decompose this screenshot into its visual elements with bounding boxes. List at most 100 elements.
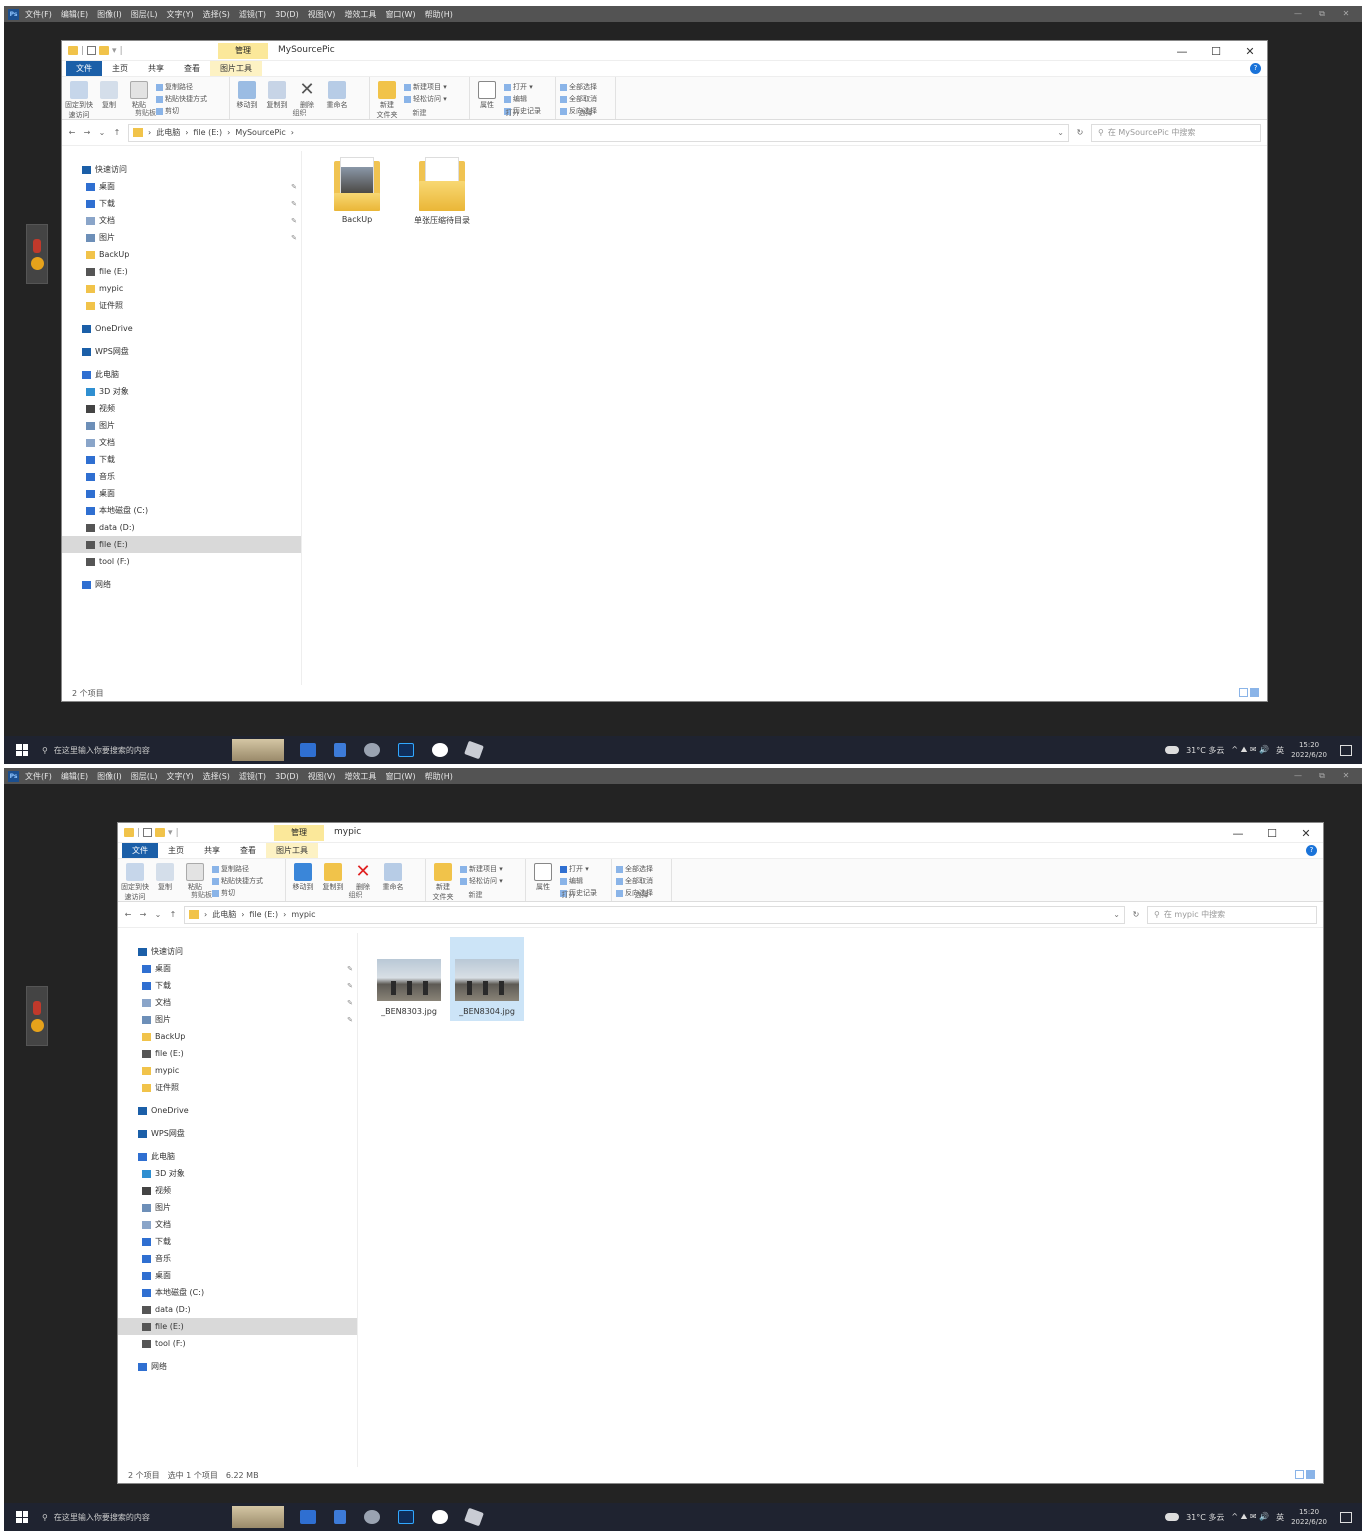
up-arrow-icon[interactable]: ↑ xyxy=(113,128,121,137)
pin-icon[interactable]: ✎ xyxy=(291,200,297,208)
menu-edit[interactable]: 编辑(E) xyxy=(61,771,88,782)
help-icon[interactable]: ? xyxy=(1306,845,1317,856)
delete-button[interactable]: ✕ 删除 xyxy=(350,863,376,892)
minimize-button[interactable]: — xyxy=(1221,823,1255,843)
close-button[interactable]: ✕ xyxy=(1233,41,1267,61)
copy-to-button[interactable]: 复制到 xyxy=(264,81,290,110)
image-file-item-selected[interactable]: _BEN8304.jpg xyxy=(450,937,524,1021)
nav-item[interactable]: tool (F:) xyxy=(118,1335,357,1352)
nav-item[interactable]: 图片 xyxy=(62,417,301,434)
weather-text[interactable]: 31°C 多云 xyxy=(1186,745,1224,756)
minimize-button[interactable]: — xyxy=(1165,41,1199,61)
menu-file[interactable]: 文件(F) xyxy=(25,9,52,20)
forward-arrow-icon[interactable]: → xyxy=(83,128,91,137)
nav-item[interactable]: BackUp xyxy=(62,246,301,263)
nav-item[interactable]: OneDrive xyxy=(118,1102,357,1119)
pin-icon[interactable]: ✎ xyxy=(291,234,297,242)
details-view-icon[interactable] xyxy=(1295,1470,1304,1479)
menu-3d[interactable]: 3D(D) xyxy=(275,10,299,19)
copy-button[interactable]: 复制 xyxy=(96,81,122,110)
menu-plugins[interactable]: 增效工具 xyxy=(344,771,376,782)
office-app-icon[interactable] xyxy=(334,743,346,757)
select-none-button[interactable]: 全部取消 xyxy=(560,94,597,104)
paste-shortcut-button[interactable]: 粘贴快捷方式 xyxy=(156,94,207,104)
tab-view[interactable]: 查看 xyxy=(174,61,210,76)
nav-item[interactable]: 视频 xyxy=(62,400,301,417)
pin-icon[interactable]: ✎ xyxy=(347,1016,353,1024)
menu-select[interactable]: 选择(S) xyxy=(203,771,230,782)
nav-item[interactable]: 证件照 xyxy=(62,297,301,314)
menu-window[interactable]: 窗口(W) xyxy=(385,771,415,782)
menu-help[interactable]: 帮助(H) xyxy=(425,771,453,782)
ps-close-button[interactable]: ✕ xyxy=(1340,771,1352,781)
ps-side-panel[interactable] xyxy=(26,224,48,284)
nav-item[interactable]: 证件照 xyxy=(118,1079,357,1096)
nav-item[interactable]: 桌面 ✎ xyxy=(62,178,301,195)
app-icon[interactable] xyxy=(364,1510,380,1524)
nav-item[interactable]: OneDrive xyxy=(62,320,301,337)
move-to-button[interactable]: 移动到 xyxy=(234,81,260,110)
nav-item[interactable]: 文档 ✎ xyxy=(118,994,357,1011)
file-explorer-app-icon[interactable] xyxy=(300,1510,316,1524)
clock[interactable]: 15:20 2022/6/20 xyxy=(1291,1507,1327,1527)
copy-path-button[interactable]: 复制路径 xyxy=(156,82,207,92)
move-to-button[interactable]: 移动到 xyxy=(290,863,316,892)
refresh-icon[interactable]: ↻ xyxy=(1076,128,1084,137)
windows-start-icon[interactable] xyxy=(16,1511,28,1523)
menu-layer[interactable]: 图层(L) xyxy=(131,771,158,782)
copy-path-button[interactable]: 复制路径 xyxy=(212,864,263,874)
up-arrow-icon[interactable]: ↑ xyxy=(169,910,177,919)
clock[interactable]: 15:20 2022/6/20 xyxy=(1291,740,1327,760)
new-folder-icon[interactable] xyxy=(155,828,166,837)
nav-item[interactable]: 本地磁盘 (C:) xyxy=(118,1284,357,1301)
tray-icons[interactable]: ^ ⛰ ✉ 🔊 xyxy=(1231,1512,1269,1522)
nav-item[interactable]: 音乐 xyxy=(118,1250,357,1267)
edit-button[interactable]: 编辑 xyxy=(504,94,541,104)
pin-icon[interactable]: ✎ xyxy=(347,965,353,973)
address-dropdown-icon[interactable]: ⌄ xyxy=(1113,910,1120,919)
new-item-button[interactable]: 新建项目 ▾ xyxy=(460,864,503,874)
taskbar-search-input[interactable]: ⚲ 在这里输入你要搜索的内容 xyxy=(42,739,228,761)
nav-item[interactable]: 文档 xyxy=(118,1216,357,1233)
nav-item[interactable]: 快速访问 xyxy=(62,161,301,178)
tab-home[interactable]: 主页 xyxy=(158,843,194,858)
taskbar-search-input[interactable]: ⚲ 在这里输入你要搜索的内容 xyxy=(42,1506,228,1528)
pin-icon[interactable]: ✎ xyxy=(347,999,353,1007)
tab-file[interactable]: 文件 xyxy=(66,61,102,76)
tab-picture-tools[interactable]: 图片工具 xyxy=(210,61,262,76)
menu-filter[interactable]: 滤镜(T) xyxy=(239,9,266,20)
app-icon[interactable] xyxy=(432,1510,448,1524)
ps-close-button[interactable]: ✕ xyxy=(1340,9,1352,19)
address-dropdown-icon[interactable]: ⌄ xyxy=(1057,128,1064,137)
copy-to-button[interactable]: 复制到 xyxy=(320,863,346,892)
manage-context-tab[interactable]: 管理 xyxy=(274,825,324,841)
properties-button[interactable]: 属性 xyxy=(530,863,556,892)
nav-item[interactable]: 音乐 xyxy=(62,468,301,485)
rename-button[interactable]: 重命名 xyxy=(324,81,350,110)
nav-item[interactable]: 此电脑 xyxy=(118,1148,357,1165)
menu-image[interactable]: 图像(I) xyxy=(97,9,122,20)
nav-item[interactable]: 图片 ✎ xyxy=(118,1011,357,1028)
folder-item-compress[interactable]: 单张压缩待目录 xyxy=(402,157,482,226)
nav-item[interactable]: 桌面 ✎ xyxy=(118,960,357,977)
nav-item[interactable]: 3D 对象 xyxy=(62,383,301,400)
app-icon[interactable] xyxy=(464,740,484,760)
photoshop-app-icon[interactable] xyxy=(398,1510,414,1524)
help-icon[interactable]: ? xyxy=(1250,63,1261,74)
notification-icon[interactable] xyxy=(1340,1511,1352,1523)
file-explorer-app-icon[interactable] xyxy=(300,743,316,757)
tray-icons[interactable]: ^ ⛰ ✉ 🔊 xyxy=(1231,745,1269,755)
pin-icon[interactable]: ✎ xyxy=(291,217,297,225)
recent-chevron-icon[interactable]: ⌄ xyxy=(98,128,106,137)
properties-icon[interactable] xyxy=(143,828,153,837)
ps-restore-button[interactable]: ⧉ xyxy=(1316,771,1328,781)
menu-file[interactable]: 文件(F) xyxy=(25,771,52,782)
menu-view[interactable]: 视图(V) xyxy=(308,771,336,782)
nav-item[interactable]: 桌面 xyxy=(118,1267,357,1284)
new-item-button[interactable]: 新建项目 ▾ xyxy=(404,82,447,92)
select-all-button[interactable]: 全部选择 xyxy=(616,864,653,874)
nav-item[interactable]: data (D:) xyxy=(118,1301,357,1318)
nav-item[interactable]: BackUp xyxy=(118,1028,357,1045)
notification-icon[interactable] xyxy=(1340,744,1352,756)
photoshop-app-icon[interactable] xyxy=(398,743,414,757)
